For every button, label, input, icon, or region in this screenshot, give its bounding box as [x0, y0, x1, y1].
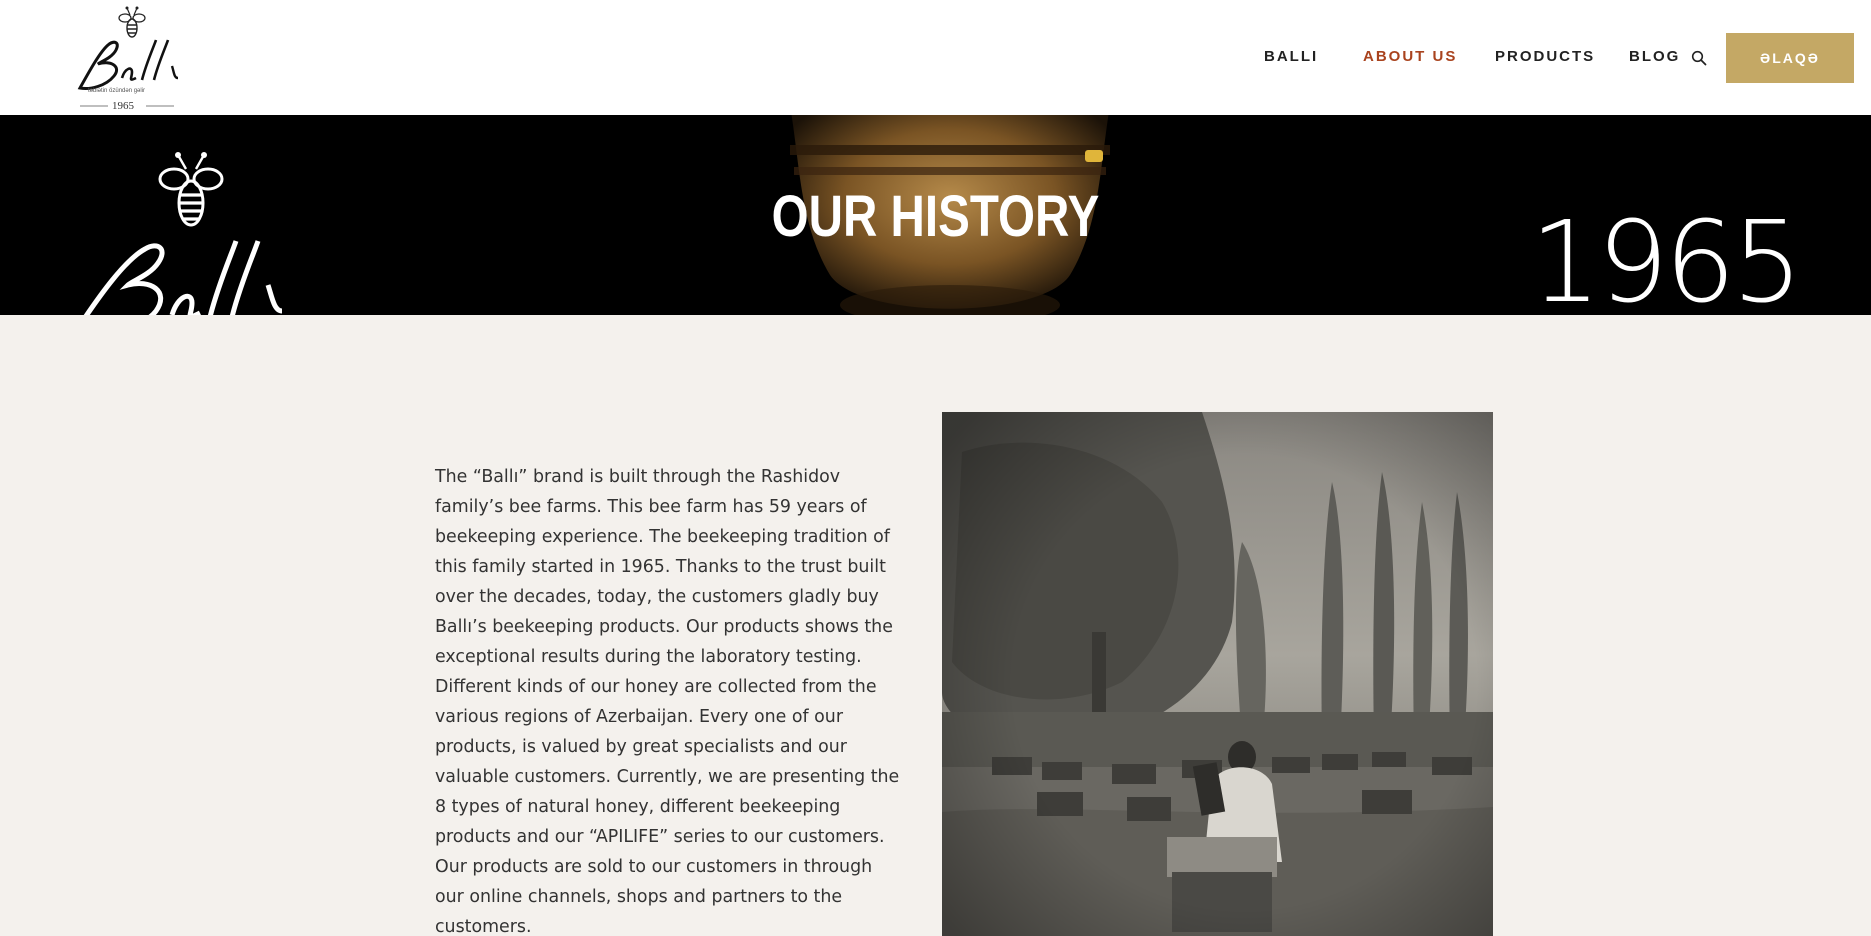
nav-item-balli[interactable]: BALLI	[1264, 48, 1318, 65]
hero-banner: OUR HISTORY 1965	[0, 115, 1871, 315]
site-header: təbiətin özündən gəlir 1965 BALLI ABOUT …	[0, 0, 1871, 115]
logo-year: 1965	[112, 100, 134, 112]
nav-item-about-us[interactable]: ABOUT US	[1363, 48, 1457, 65]
search-icon[interactable]	[1691, 50, 1707, 66]
historic-apiary-photo	[942, 412, 1493, 936]
nav-item-products[interactable]: PRODUCTS	[1495, 48, 1595, 65]
hero-year: 1965	[1530, 198, 1803, 315]
logo-tagline: təbiətin özündən gəlir	[88, 88, 146, 94]
contact-button[interactable]: ƏLAQƏ	[1726, 33, 1854, 83]
history-paragraph: The “Ballı” brand is built through the R…	[435, 467, 900, 936]
brand-logo[interactable]: təbiətin özündən gəlir 1965	[70, 0, 185, 115]
nav-item-blog[interactable]: BLOG	[1629, 48, 1680, 65]
page-title: OUR HISTORY	[771, 184, 1100, 249]
bee-logo-icon	[77, 6, 179, 107]
